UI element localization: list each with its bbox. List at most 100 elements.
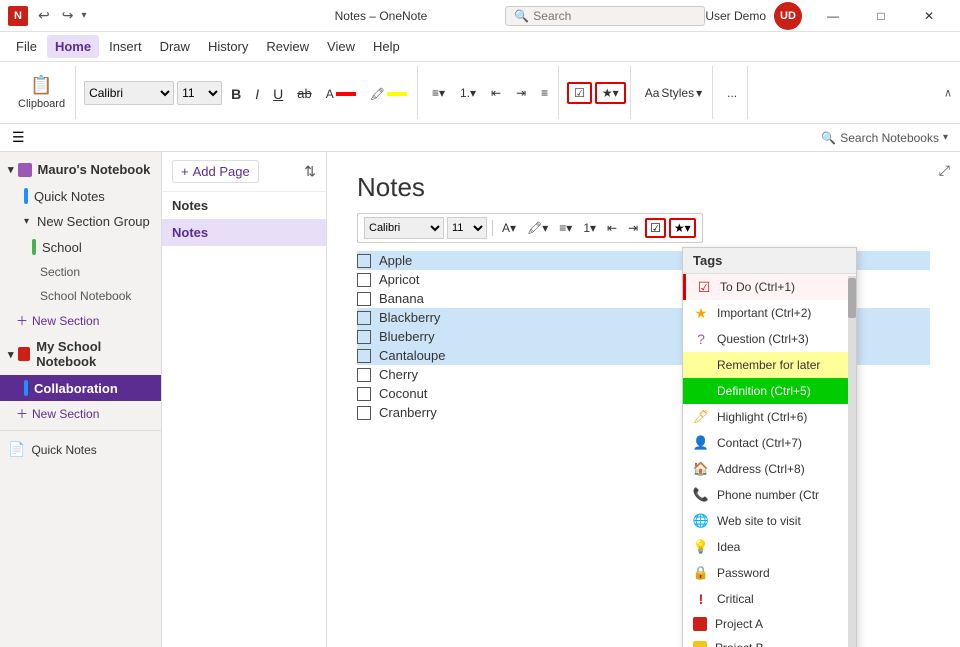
tag-item-important[interactable]: ★ Important (Ctrl+2) — [683, 300, 856, 326]
nb-search-label[interactable]: Search Notebooks — [840, 131, 939, 145]
tag-item-highlight[interactable]: 🖊 Highlight (Ctrl+6) — [683, 404, 856, 430]
hamburger-icon[interactable]: ☰ — [12, 129, 25, 146]
clipboard-btn[interactable]: 📋Clipboard — [12, 72, 71, 113]
checkbox-cantaloupe[interactable] — [357, 349, 371, 363]
checkbox-cranberry[interactable] — [357, 406, 371, 420]
menu-insert[interactable]: Insert — [101, 35, 150, 58]
school-section-subsection[interactable]: Section — [0, 260, 161, 284]
tag-item-project-a[interactable]: Project A — [683, 612, 856, 636]
tag-item-password[interactable]: 🔒 Password — [683, 560, 856, 586]
note-indent2-btn[interactable]: ⇥ — [624, 220, 642, 236]
main-area: ▾ Mauro's Notebook Quick Notes ▾ New Sec… — [0, 152, 960, 647]
note-tag-star-btn[interactable]: ★▾ — [669, 218, 696, 238]
undo-btn[interactable]: ↩ — [34, 5, 54, 26]
my-school-notebook-header[interactable]: ▾ My School Notebook — [0, 333, 161, 375]
tag-item-contact[interactable]: 👤 Contact (Ctrl+7) — [683, 430, 856, 456]
more-btn[interactable]: ... — [721, 83, 743, 103]
new-section-group-item[interactable]: ▾ New Section Group — [0, 209, 161, 234]
tag-item-critical[interactable]: ! Critical — [683, 586, 856, 612]
ribbon-collapse-btn[interactable]: ∧ — [944, 86, 952, 99]
tags-scrollbar[interactable] — [848, 276, 856, 647]
font-size-select[interactable]: 11 — [177, 81, 222, 105]
menu-bar: File Home Insert Draw History Review Vie… — [0, 32, 960, 62]
note-color-btn[interactable]: A▾ — [498, 220, 520, 236]
note-highlight-btn[interactable]: 🖍▾ — [523, 220, 552, 236]
tag-item-project-b[interactable]: Project B — [683, 636, 856, 647]
menu-view[interactable]: View — [319, 35, 363, 58]
new-section-add-2[interactable]: ＋ New Section — [0, 401, 161, 426]
tag-item-phone[interactable]: 📞 Phone number (Ctr — [683, 482, 856, 508]
note-indent1-btn[interactable]: ⇤ — [603, 220, 621, 236]
tag-check-btn[interactable]: ☑ — [567, 82, 592, 104]
note-tag-check-btn[interactable]: ☑ — [645, 218, 666, 238]
user-avatar[interactable]: UD — [774, 2, 802, 30]
highlight-btn[interactable]: 🖍 — [364, 83, 413, 105]
tag-item-todo[interactable]: ☑ To Do (Ctrl+1) — [683, 274, 856, 300]
minimize-btn[interactable]: — — [810, 0, 856, 32]
menu-history[interactable]: History — [200, 35, 256, 58]
tag-web-label: Web site to visit — [717, 514, 801, 528]
mauro-notebook-header[interactable]: ▾ Mauro's Notebook — [0, 156, 161, 183]
tag-item-web[interactable]: 🌐 Web site to visit — [683, 508, 856, 534]
item-blackberry: Blackberry — [379, 310, 440, 325]
search-input[interactable] — [533, 9, 693, 23]
align-btn[interactable]: ≡ — [535, 83, 554, 103]
note-font-select[interactable]: Calibri — [364, 217, 444, 239]
note-numbering-btn[interactable]: 1▾ — [579, 220, 600, 236]
nb-search-dropdown[interactable]: ▾ — [943, 132, 948, 143]
numbering-btn[interactable]: 1.▾ — [454, 83, 482, 103]
menu-review[interactable]: Review — [258, 35, 317, 58]
styles-btn[interactable]: Aa Styles ▾ — [639, 83, 708, 103]
menu-file[interactable]: File — [8, 35, 45, 58]
checkbox-coconut[interactable] — [357, 387, 371, 401]
tag-item-remember[interactable]: Remember for later — [683, 352, 856, 378]
italic-btn[interactable]: I — [249, 83, 265, 105]
close-btn[interactable]: ✕ — [906, 0, 952, 32]
add-page-btn[interactable]: + Add Page — [172, 160, 259, 183]
checkbox-blackberry[interactable] — [357, 311, 371, 325]
tag-item-question[interactable]: ? Question (Ctrl+3) — [683, 326, 856, 352]
strikethrough-btn[interactable]: ab — [291, 83, 317, 105]
page-item-notes[interactable]: Notes — [162, 219, 326, 246]
font-color-btn[interactable]: A — [320, 83, 362, 105]
underline-btn[interactable]: U — [267, 83, 289, 105]
font-select[interactable]: Calibri — [84, 81, 174, 105]
note-bullets-btn[interactable]: ≡▾ — [555, 220, 576, 236]
checkbox-apple[interactable] — [357, 254, 371, 268]
add-page-icon: + — [181, 164, 189, 179]
checkbox-blueberry[interactable] — [357, 330, 371, 344]
indent-more-btn[interactable]: ⇥ — [510, 83, 532, 103]
school-section-item[interactable]: School — [0, 234, 161, 260]
maximize-btn[interactable]: □ — [858, 0, 904, 32]
expand-icon[interactable]: ⤢ — [939, 162, 950, 179]
redo-btn[interactable]: ↪ — [58, 5, 78, 26]
sort-btn[interactable]: ⇅ — [304, 163, 316, 180]
title-search-box[interactable]: 🔍 — [505, 6, 705, 26]
caret-icon: ▾ — [8, 163, 14, 176]
menu-draw[interactable]: Draw — [152, 35, 198, 58]
quick-notes-item[interactable]: Quick Notes — [0, 183, 161, 209]
tag-item-idea[interactable]: 💡 Idea — [683, 534, 856, 560]
checkbox-banana[interactable] — [357, 292, 371, 306]
note-size-select[interactable]: 11 — [447, 217, 487, 239]
indent-less-btn[interactable]: ⇤ — [485, 83, 507, 103]
tag-item-address[interactable]: 🏠 Address (Ctrl+8) — [683, 456, 856, 482]
new-section-add-1[interactable]: ＋ New Section — [0, 308, 161, 333]
tag-star-btn[interactable]: ★▾ — [595, 82, 626, 104]
bold-btn[interactable]: B — [225, 83, 247, 105]
tag-question-label: Question (Ctrl+3) — [717, 332, 809, 346]
checkbox-apricot[interactable] — [357, 273, 371, 287]
tag-highlight-label: Highlight (Ctrl+6) — [717, 410, 807, 424]
search-icon: 🔍 — [514, 9, 529, 23]
quick-notes-bottom[interactable]: 📄 Quick Notes — [0, 435, 161, 464]
ribbon: 📋Clipboard Calibri 11 B I U ab A 🖍 ≡▾ 1.… — [0, 62, 960, 124]
menu-home[interactable]: Home — [47, 35, 99, 58]
collaboration-item[interactable]: Collaboration — [0, 375, 161, 401]
ribbon-tags: ☑ ★▾ — [563, 66, 631, 119]
dropdown-arrow[interactable]: ▾ — [81, 10, 86, 21]
school-notebook-item[interactable]: School Notebook — [0, 284, 161, 308]
checkbox-cherry[interactable] — [357, 368, 371, 382]
tag-item-definition[interactable]: Definition (Ctrl+5) — [683, 378, 856, 404]
menu-help[interactable]: Help — [365, 35, 408, 58]
bullets-btn[interactable]: ≡▾ — [426, 83, 451, 103]
